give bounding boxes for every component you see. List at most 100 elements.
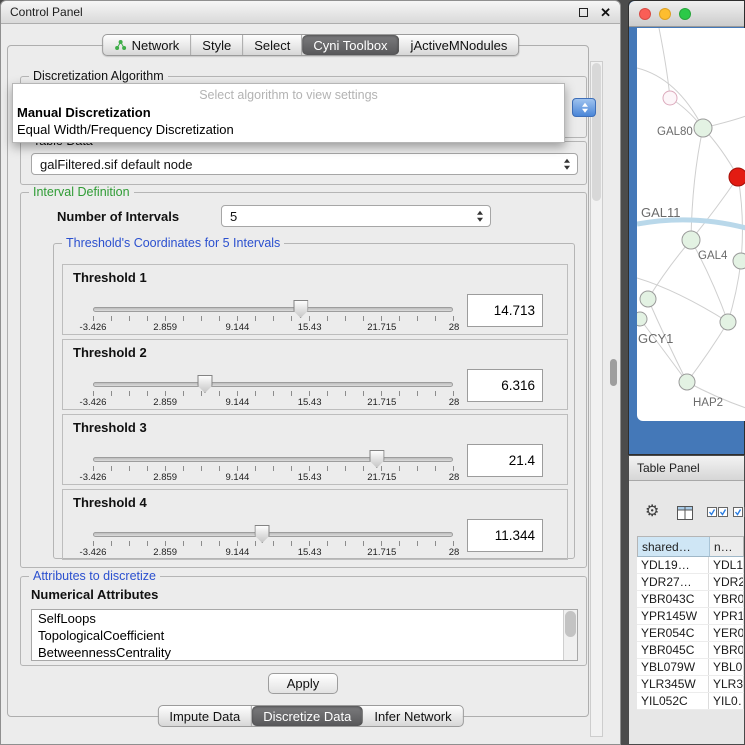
select-all-checks-icon[interactable] bbox=[707, 506, 729, 518]
table-row[interactable]: YPR145WYPR1… bbox=[637, 608, 744, 625]
slider-ticks bbox=[93, 466, 454, 471]
close-button[interactable] bbox=[639, 8, 651, 20]
table-row[interactable]: YIL052CYIL0… bbox=[637, 693, 744, 710]
threshold-4-panel: Threshold 4 -3.4262.8599.14415.4321.7152… bbox=[62, 489, 568, 560]
network-graph: GAL80 GAL11 GAL4 GCY1 HAP2 bbox=[637, 28, 745, 421]
network-canvas[interactable]: GAL80 GAL11 GAL4 GCY1 HAP2 bbox=[637, 28, 745, 421]
threshold-3-slider[interactable] bbox=[93, 457, 453, 462]
table-row[interactable]: YDL19…YDL1… bbox=[637, 557, 744, 574]
control-panel-window: Control Panel ✕ Network Style Select Cyn… bbox=[0, 0, 621, 745]
node-label: HAP2 bbox=[693, 397, 723, 409]
popup-item-manual-discretization[interactable]: Manual Discretization bbox=[13, 104, 564, 121]
tab-select[interactable]: Select bbox=[243, 35, 302, 55]
threshold-2-slider[interactable] bbox=[93, 382, 453, 387]
network-window-titlebar[interactable] bbox=[629, 1, 744, 27]
threshold-4-value-field[interactable]: 11.344 bbox=[467, 519, 543, 552]
table-row[interactable]: YBL079WYBL0… bbox=[637, 659, 744, 676]
scrollbar-thumb[interactable] bbox=[592, 63, 601, 201]
node[interactable] bbox=[682, 231, 700, 249]
num-intervals-combo[interactable]: 5 bbox=[221, 205, 491, 227]
threshold-1-value-field[interactable]: 14.713 bbox=[467, 294, 543, 327]
slider-ticks bbox=[93, 541, 454, 546]
table-row[interactable]: YER054CYER0… bbox=[637, 625, 744, 642]
combo-value: galFiltered.sif default node bbox=[40, 157, 192, 172]
column-header-name[interactable]: n… bbox=[710, 537, 743, 556]
threshold-4-slider[interactable] bbox=[93, 532, 453, 537]
table-data-combo[interactable]: galFiltered.sif default node bbox=[31, 153, 578, 175]
table-row[interactable]: YLR345WYLR3… bbox=[637, 676, 744, 693]
gear-icon[interactable] bbox=[645, 504, 659, 520]
chevron-updown-icon bbox=[582, 102, 588, 113]
threshold-coordinates-group: Threshold's Coordinates for 5 Intervals … bbox=[53, 243, 575, 559]
tab-discretize-data[interactable]: Discretize Data bbox=[252, 706, 363, 726]
node[interactable] bbox=[679, 374, 695, 390]
threshold-3-value-field[interactable]: 21.4 bbox=[467, 444, 543, 477]
list-item[interactable]: BetweennessCentrality bbox=[32, 644, 577, 661]
tab-style[interactable]: Style bbox=[191, 35, 243, 55]
node[interactable] bbox=[694, 119, 712, 137]
bottom-tab-bar: Impute Data Discretize Data Infer Networ… bbox=[157, 705, 463, 727]
threshold-1-slider[interactable] bbox=[93, 307, 453, 312]
threshold-2-panel: Threshold 2 -3.4262.8599.14415.4321.7152… bbox=[62, 339, 568, 410]
node-pink[interactable] bbox=[663, 91, 677, 105]
node[interactable] bbox=[720, 314, 736, 330]
group-title: Discretization Algorithm bbox=[29, 69, 168, 83]
node-label: GAL11 bbox=[641, 205, 681, 220]
network-icon bbox=[114, 39, 127, 51]
list-item[interactable]: TopologicalCoefficient bbox=[32, 627, 577, 644]
panel-scrollbar[interactable] bbox=[590, 61, 603, 737]
attributes-group: Attributes to discretize Numerical Attri… bbox=[20, 576, 587, 666]
group-title: Attributes to discretize bbox=[29, 569, 160, 583]
node[interactable] bbox=[733, 253, 745, 269]
node-label: GAL4 bbox=[698, 250, 728, 262]
group-title: Threshold's Coordinates for 5 Intervals bbox=[62, 236, 284, 250]
top-tab-bar: Network Style Select Cyni Toolbox jActiv… bbox=[102, 34, 520, 56]
node-labels: GAL80 GAL11 GAL4 GCY1 HAP2 bbox=[638, 126, 728, 409]
apply-button[interactable]: Apply bbox=[268, 673, 338, 694]
numerical-attributes-label: Numerical Attributes bbox=[31, 587, 158, 602]
cyni-toolbox-panel: Discretization Algorithm Select algorith… bbox=[7, 45, 589, 717]
combo-value: 5 bbox=[230, 209, 237, 224]
node-label: GAL80 bbox=[657, 126, 693, 138]
table-row[interactable]: YDR27…YDR2… bbox=[637, 574, 744, 591]
algorithm-combo-button[interactable] bbox=[572, 98, 596, 117]
tab-impute-data[interactable]: Impute Data bbox=[158, 706, 252, 726]
algorithm-dropdown-popup: Select algorithm to view settings Manual… bbox=[12, 83, 565, 143]
table-panel-title: Table Panel bbox=[637, 461, 700, 475]
node-red-selected[interactable] bbox=[729, 168, 745, 186]
table-panel-titlebar[interactable]: Table Panel bbox=[629, 456, 744, 481]
attributes-list: SelfLoops TopologicalCoefficient Between… bbox=[31, 609, 578, 661]
slider-ticks bbox=[93, 391, 454, 396]
tab-jactivemnodules[interactable]: jActiveMNodules bbox=[400, 35, 519, 55]
close-icon[interactable]: ✕ bbox=[600, 6, 611, 19]
tab-cyni-toolbox[interactable]: Cyni Toolbox bbox=[302, 35, 399, 55]
node[interactable] bbox=[640, 291, 656, 307]
scrollbar-thumb[interactable] bbox=[565, 611, 576, 637]
network-view-window: GAL80 GAL11 GAL4 GCY1 HAP2 bbox=[628, 0, 745, 455]
list-item[interactable]: SelfLoops bbox=[32, 610, 577, 627]
tab-infer-network[interactable]: Infer Network bbox=[363, 706, 462, 726]
popup-placeholder: Select algorithm to view settings bbox=[13, 87, 564, 104]
float-window-icon[interactable] bbox=[579, 8, 588, 17]
list-scrollbar[interactable] bbox=[563, 610, 577, 660]
slider-ticks bbox=[93, 316, 454, 321]
columns-icon[interactable] bbox=[677, 506, 693, 520]
column-header-shared-name[interactable]: shared… bbox=[638, 537, 710, 556]
table-row[interactable]: YBR045CYBR0… bbox=[637, 642, 744, 659]
num-intervals-label: Number of Intervals bbox=[57, 209, 179, 224]
table-row[interactable]: YBR043CYBR0… bbox=[637, 591, 744, 608]
window-scrollbar-thumb[interactable] bbox=[610, 359, 617, 386]
threshold-2-value-field[interactable]: 6.316 bbox=[467, 369, 543, 402]
deselect-checks-icon[interactable] bbox=[733, 506, 745, 518]
table-toolbar bbox=[629, 482, 745, 534]
zoom-button[interactable] bbox=[679, 8, 691, 20]
tab-network[interactable]: Network bbox=[103, 35, 192, 55]
tab-label: Network bbox=[132, 38, 180, 53]
node-label: GCY1 bbox=[638, 331, 673, 346]
threshold-1-panel: Threshold 1 -3.4262.8599.14415.4321.7152… bbox=[62, 264, 568, 335]
minimize-button[interactable] bbox=[659, 8, 671, 20]
popup-item-equal-width-frequency[interactable]: Equal Width/Frequency Discretization bbox=[13, 121, 564, 138]
control-panel-titlebar[interactable]: Control Panel ✕ bbox=[1, 1, 620, 24]
chevron-updown-icon bbox=[477, 211, 483, 222]
node[interactable] bbox=[637, 312, 647, 326]
